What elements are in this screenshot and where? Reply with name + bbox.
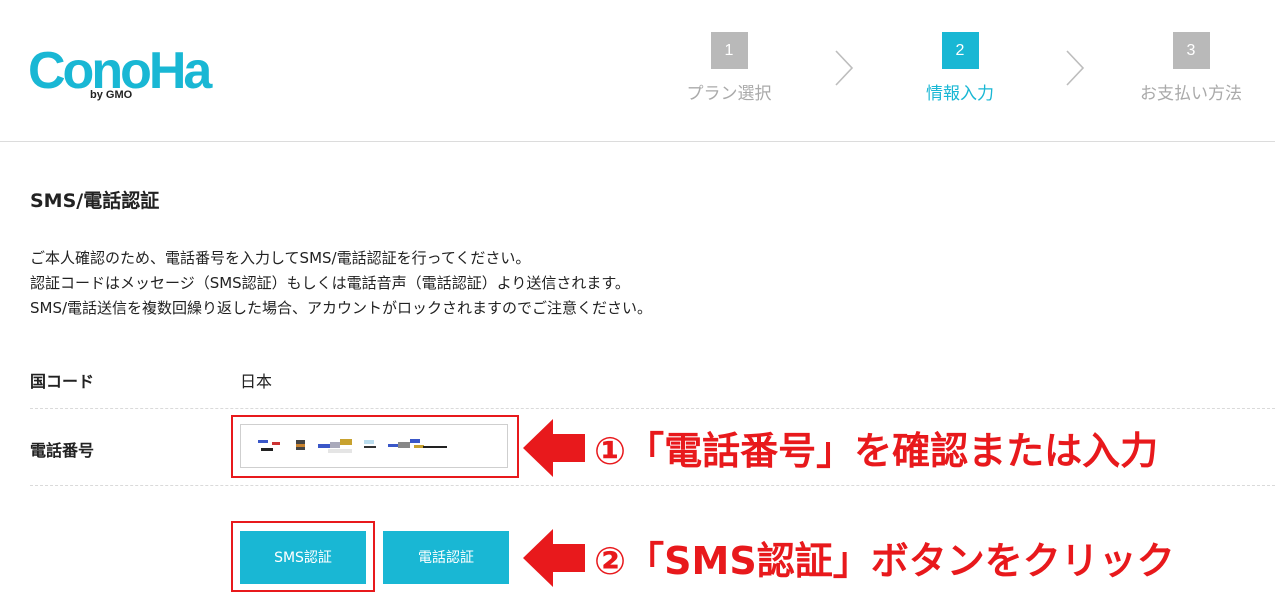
step-number: 2 bbox=[941, 32, 979, 69]
step-label: プラン選択 bbox=[686, 84, 772, 104]
arrow-left-icon bbox=[523, 529, 585, 587]
description-line: SMS/電話送信を複数回繰り返した場合、アカウントがロックされますのでご注意くだ… bbox=[30, 299, 653, 317]
conoha-logo[interactable]: ConoHa by GMO bbox=[28, 36, 228, 106]
highlight-sms-button bbox=[231, 521, 375, 592]
row-divider bbox=[30, 485, 1275, 486]
chevron-right-icon bbox=[835, 50, 854, 86]
description-line: 認証コードはメッセージ（SMS認証）もしくは電話音声（電話認証）より送信されます… bbox=[30, 274, 630, 292]
step-payment: 3 お支払い方法 bbox=[1111, 32, 1271, 104]
country-code-value: 日本 bbox=[240, 372, 273, 391]
phone-number-label: 電話番号 bbox=[30, 441, 95, 460]
step-plan-select: 1 プラン選択 bbox=[649, 32, 809, 104]
description-line: ご本人確認のため、電話番号を入力してSMS/電話認証を行ってください。 bbox=[30, 249, 531, 267]
annotation-step1: ①「電話番号」を確認または入力 bbox=[594, 429, 1159, 473]
section-title: SMS/電話認証 bbox=[30, 190, 160, 212]
step-info-input: 2 情報入力 bbox=[880, 32, 1040, 104]
step-label: お支払い方法 bbox=[1140, 84, 1242, 104]
phone-auth-button[interactable]: 電話認証 bbox=[383, 531, 509, 584]
svg-text:by GMO: by GMO bbox=[90, 89, 133, 101]
section-description: ご本人確認のため、電話番号を入力してSMS/電話認証を行ってください。 認証コー… bbox=[30, 246, 652, 321]
step-label: 情報入力 bbox=[926, 84, 994, 104]
step-number: 3 bbox=[1172, 32, 1210, 69]
country-code-label: 国コード bbox=[30, 372, 95, 391]
step-number: 1 bbox=[710, 32, 748, 69]
annotation-step2: ②「SMS認証」ボタンをクリック bbox=[594, 539, 1175, 583]
chevron-right-icon bbox=[1066, 50, 1085, 86]
row-divider bbox=[30, 408, 1275, 409]
page-header: ConoHa by GMO 1 プラン選択 2 情報入力 3 お支払い方法 bbox=[0, 0, 1275, 142]
highlight-phone-input bbox=[231, 415, 519, 478]
arrow-left-icon bbox=[523, 419, 585, 477]
